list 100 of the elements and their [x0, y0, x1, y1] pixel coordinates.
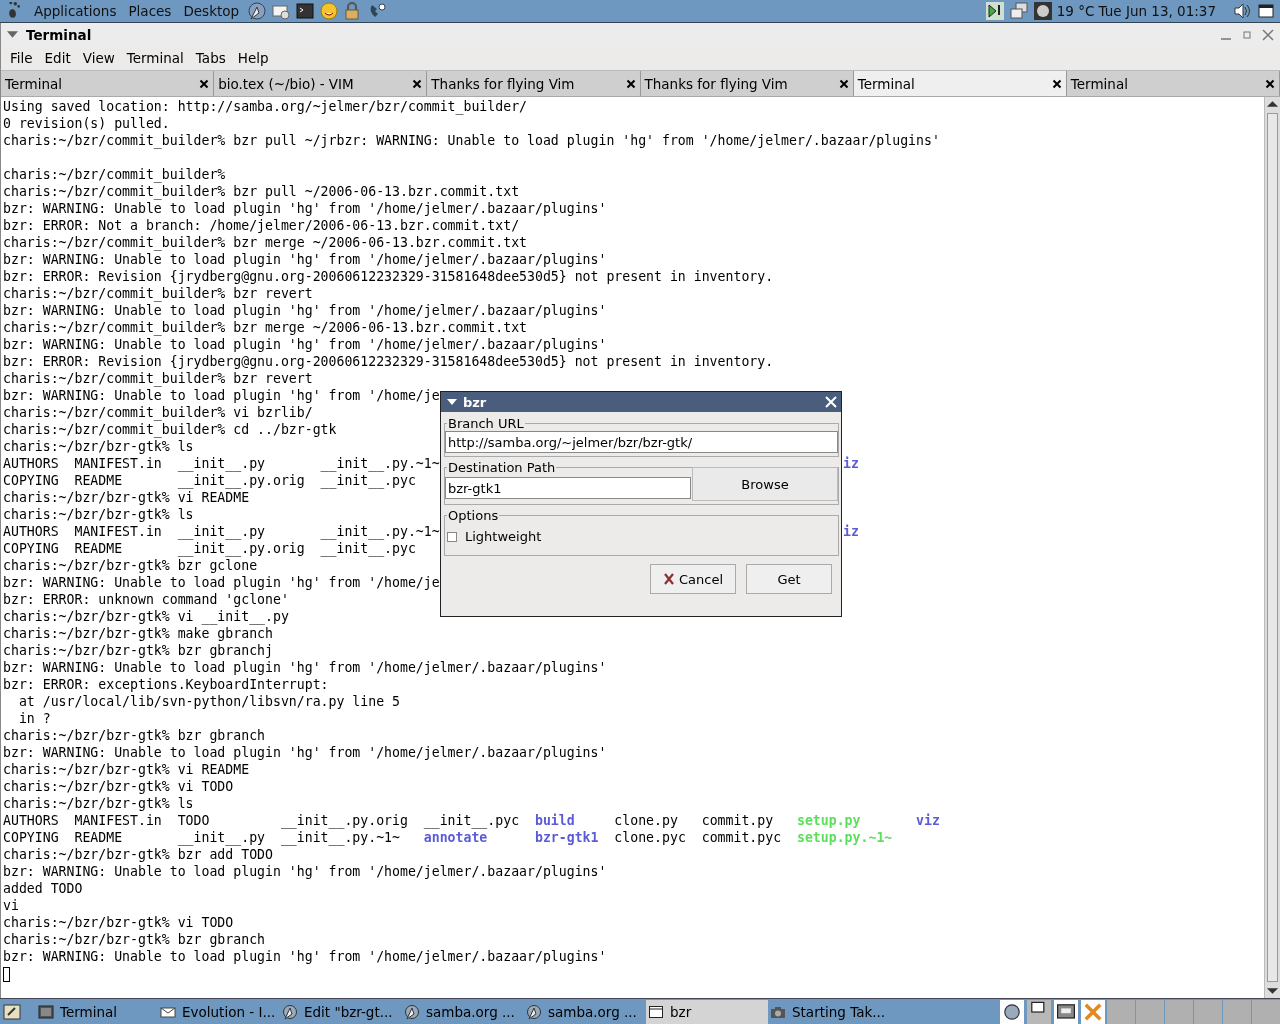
- terminal-line: bzr: ERROR: exceptions.KeyboardInterrupt:: [3, 676, 329, 693]
- cancel-button[interactable]: Cancel: [650, 564, 736, 594]
- terminal-text: build: [534, 813, 575, 828]
- tab[interactable]: bio.tex (~/bio) - VIM: [214, 71, 428, 96]
- terminal-text: clone.py commit.py: [613, 813, 775, 828]
- terminal-line: bzr: WARNING: Unable to load plugin 'hg' from '/home/jelmer/.bazaar/plugins': [3, 336, 607, 353]
- terminal-line: charis:~/bzr/commit_builder% bzr pull ~/jrbzr: WARNING: Unable to load plugin 'hg' from '/home/jelmer/.bazaar/plugins': [3, 132, 940, 149]
- close-icon[interactable]: [1051, 78, 1062, 89]
- group-label: Options: [447, 508, 500, 523]
- network-icon[interactable]: [1008, 1, 1029, 21]
- taskbar-item[interactable]: Terminal: [36, 999, 158, 1024]
- terminal-line: bzr: ERROR: unknown command 'gclone': [3, 591, 289, 608]
- tab[interactable]: Thanks for flying Vim: [640, 71, 854, 96]
- terminal-line: bzr: WARNING: Unable to load plugin 'hg' from '/home/jelmer/.bazaar/plugins': [3, 302, 607, 319]
- close-icon[interactable]: [412, 78, 423, 89]
- terminal-line: bzr: WARNING: Unable to load plugin 'hg' from '/home/jelmer/.bazaar/plugins': [3, 948, 607, 965]
- menu-item[interactable]: Tabs: [189, 50, 232, 66]
- menu-item[interactable]: Terminal: [120, 50, 190, 66]
- globe-icon[interactable]: [246, 1, 269, 21]
- terminal-line: bzr: WARNING: Unable to load plugin 'hg' from '/home/je: [3, 574, 440, 591]
- close-icon[interactable]: [199, 78, 210, 89]
- globe-icon: [282, 1003, 298, 1020]
- terminal-cursor: [3, 966, 10, 982]
- close-icon[interactable]: [1265, 78, 1276, 89]
- browse-button[interactable]: Browse: [692, 467, 838, 501]
- terminal-line: bzr: ERROR: Not a branch: /home/jelmer/2006-06-13.bzr.commit.txt/: [3, 217, 520, 234]
- terminal-line: bzr: ERROR: Revision {jrydberg@gnu.org-20060612232329-31581648dee530d5} not present in inventory.: [3, 353, 774, 370]
- tab[interactable]: Terminal: [1066, 71, 1280, 96]
- scrollbar[interactable]: [1264, 97, 1280, 998]
- destination-field[interactable]: bzr-gtk1: [445, 477, 691, 499]
- panel-menu[interactable]: Desktop: [177, 3, 246, 19]
- terminal-line: charis:~/bzr/bzr-gtk% make gbranch: [3, 625, 273, 642]
- panel-menu[interactable]: Applications: [28, 3, 123, 19]
- terminal-line: charis:~/bzr/bzr-gtk% ls: [3, 506, 194, 523]
- tab[interactable]: Terminal: [1, 71, 215, 96]
- terminal-line: charis:~/bzr/bzr-gtk% vi README: [3, 761, 250, 778]
- taskbar-item[interactable]: samba.org ...: [524, 999, 646, 1024]
- terminal-line: in ?: [17, 710, 51, 727]
- volume-icon[interactable]: [1232, 1, 1252, 21]
- weather-icon[interactable]: [1032, 1, 1053, 21]
- terminal-line: charis:~/bzr/bzr-gtk% vi __init__.py: [3, 608, 289, 625]
- close-icon[interactable]: [625, 78, 636, 89]
- taskbar-item[interactable]: bzr: [646, 999, 768, 1024]
- terminal-line: bzr: WARNING: Unable to load plugin 'hg' from '/home/jelmer/.bazaar/plugins': [3, 744, 607, 761]
- branch-url-field[interactable]: http://samba.org/~jelmer/bzr/bzr-gtk/: [445, 431, 838, 453]
- terminal-line: 0 revision(s) pulled.: [3, 115, 170, 132]
- terminal-line: charis:~/bzr/bzr-gtk% vi TODO: [3, 778, 234, 795]
- terminal-line: bzr: WARNING: Unable to load plugin 'hg' from '/home/jelmer/.bazaar/plugins': [3, 863, 607, 880]
- taskbar-item[interactable]: samba.org ...: [402, 999, 524, 1024]
- workspace-icon[interactable]: [1026, 999, 1052, 1024]
- terminal-text: AUTHORS MANIFEST.in __init__.py __init__.py.~1~: [3, 456, 440, 471]
- group-label: Branch URL: [447, 416, 525, 431]
- workspace-icon[interactable]: [999, 999, 1025, 1024]
- taskbar-item[interactable]: Starting Tak...: [768, 999, 890, 1024]
- terminal-line: charis:~/bzr/commit_builder% cd ../bzr-gtk: [3, 421, 337, 438]
- terminal-text: viz: [915, 813, 940, 828]
- window-title: Terminal: [26, 26, 92, 43]
- terminal-line: bzr: WARNING: Unable to load plugin 'hg' from '/home/jelmer/.bazaar/plugins': [3, 200, 607, 217]
- menu-item[interactable]: File: [4, 50, 39, 66]
- clock[interactable]: 19 °C Tue Jun 13, 01:37: [1054, 3, 1230, 19]
- close-icon[interactable]: [838, 78, 849, 89]
- get-button[interactable]: Get: [746, 564, 832, 594]
- terminal-line: charis:~/bzr/bzr-gtk% ls: [3, 438, 194, 455]
- window-icon: [648, 1003, 664, 1020]
- terminal-line: charis:~/bzr/commit_builder%: [3, 166, 226, 183]
- checkbox[interactable]: [447, 531, 457, 542]
- terminal-line: added TODO: [3, 880, 83, 897]
- workspace-icon[interactable]: [1053, 999, 1079, 1024]
- terminal-text: COPYING README __init__.py.orig __init__.pyc: [3, 541, 416, 556]
- terminal-line: charis:~/bzr/commit_builder% bzr revert: [3, 285, 313, 302]
- terminal-text: setup.py: [796, 813, 861, 828]
- notepad-icon[interactable]: [2, 1001, 22, 1022]
- menu-item[interactable]: View: [76, 50, 121, 66]
- terminal-line: charis:~/bzr/commit_builder% bzr pull ~/2006-06-13.bzr.commit.txt: [3, 183, 520, 200]
- terminal-text: AUTHORS MANIFEST.in __init__.py __init__.py.~1~: [3, 524, 440, 539]
- terminal-line: charis:~/bzr/commit_builder% bzr merge ~/2006-06-13.bzr.commit.txt: [3, 319, 527, 336]
- terminal-text: setup.py.~1~: [797, 830, 893, 845]
- terminal-line: charis:~/bzr/commit_builder% bzr merge ~/2006-06-13.bzr.commit.txt: [3, 234, 527, 251]
- window-menu-icon[interactable]: [447, 397, 457, 407]
- tab[interactable]: Thanks for flying Vim: [427, 71, 641, 96]
- window-menu-icon[interactable]: [7, 29, 18, 40]
- terminal-icon[interactable]: [294, 1, 317, 21]
- cross-icon: [662, 573, 675, 585]
- terminal-line: charis:~/bzr/bzr-gtk% bzr gbranch: [3, 727, 265, 744]
- menu-item[interactable]: Edit: [38, 50, 77, 66]
- tab[interactable]: Terminal: [853, 71, 1067, 96]
- media-player-icon[interactable]: [984, 1, 1005, 21]
- terminal-line: charis:~/bzr/bzr-gtk% vi README: [3, 489, 250, 506]
- terminal-line: charis:~/bzr/bzr-gtk% bzr add TODO: [3, 846, 273, 863]
- terminal-line: Using saved location: http://samba.org/~jelmer/bzr/commit_builder/: [3, 98, 527, 115]
- terminal-line: charis:~/bzr/commit_builder% vi bzrlib/: [3, 404, 313, 421]
- terminal-line: bzr: WARNING: Unable to load plugin 'hg' from '/home/jelmer/.bazaar/plugins': [3, 659, 607, 676]
- terminal-text: clone.pyc commit.pyc: [613, 830, 783, 845]
- taskbar-item[interactable]: Evolution - I...: [158, 999, 280, 1024]
- panel-menu[interactable]: Places: [122, 3, 178, 19]
- menu-item[interactable]: Help: [231, 50, 275, 66]
- show-desktop-icon[interactable]: [1256, 1, 1276, 21]
- taskbar-item[interactable]: Edit "bzr-gt...: [280, 999, 402, 1024]
- checkbox-label[interactable]: Lightweight: [465, 529, 542, 544]
- terminal-line: bzr: WARNING: Unable to load plugin 'hg' from '/home/jelmer/.bazaar/plugins': [3, 251, 607, 268]
